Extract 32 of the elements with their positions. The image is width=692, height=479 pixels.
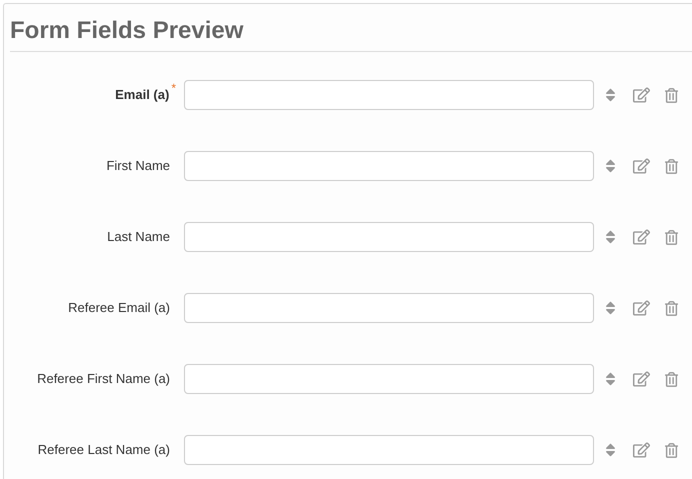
text-input[interactable]	[184, 293, 594, 323]
sort-icon[interactable]	[605, 87, 616, 103]
text-input[interactable]	[184, 222, 594, 252]
field-label: Referee Email (a)	[68, 299, 170, 318]
edit-icon[interactable]	[633, 158, 650, 174]
edit-icon[interactable]	[633, 229, 650, 245]
required-mark: *	[171, 83, 176, 94]
sort-icon[interactable]	[605, 371, 616, 387]
sort-icon[interactable]	[605, 442, 616, 458]
text-input[interactable]	[184, 435, 594, 465]
sort-icon[interactable]	[605, 229, 616, 245]
field-label: Last Name	[107, 228, 170, 246]
text-input[interactable]	[184, 364, 594, 394]
trash-icon[interactable]	[665, 372, 678, 386]
trash-icon[interactable]	[665, 442, 678, 458]
text-input[interactable]	[184, 80, 594, 110]
edit-icon[interactable]	[633, 87, 650, 103]
panel-title: Form Fields Preview	[10, 16, 244, 46]
field-label: Referee Last Name (a)	[38, 441, 170, 460]
text-input[interactable]	[184, 151, 594, 181]
edit-icon[interactable]	[633, 300, 650, 316]
edit-icon[interactable]	[633, 442, 650, 458]
field-label: First Name	[106, 157, 170, 176]
trash-icon[interactable]	[665, 158, 678, 174]
sort-icon[interactable]	[605, 158, 616, 174]
field-label: Email (a)	[115, 86, 170, 104]
sort-icon[interactable]	[605, 300, 616, 316]
field-label: Referee First Name (a)	[37, 370, 170, 388]
trash-icon[interactable]	[665, 230, 678, 244]
trash-icon[interactable]	[665, 300, 678, 316]
trash-icon[interactable]	[665, 88, 678, 102]
edit-icon[interactable]	[633, 371, 650, 387]
